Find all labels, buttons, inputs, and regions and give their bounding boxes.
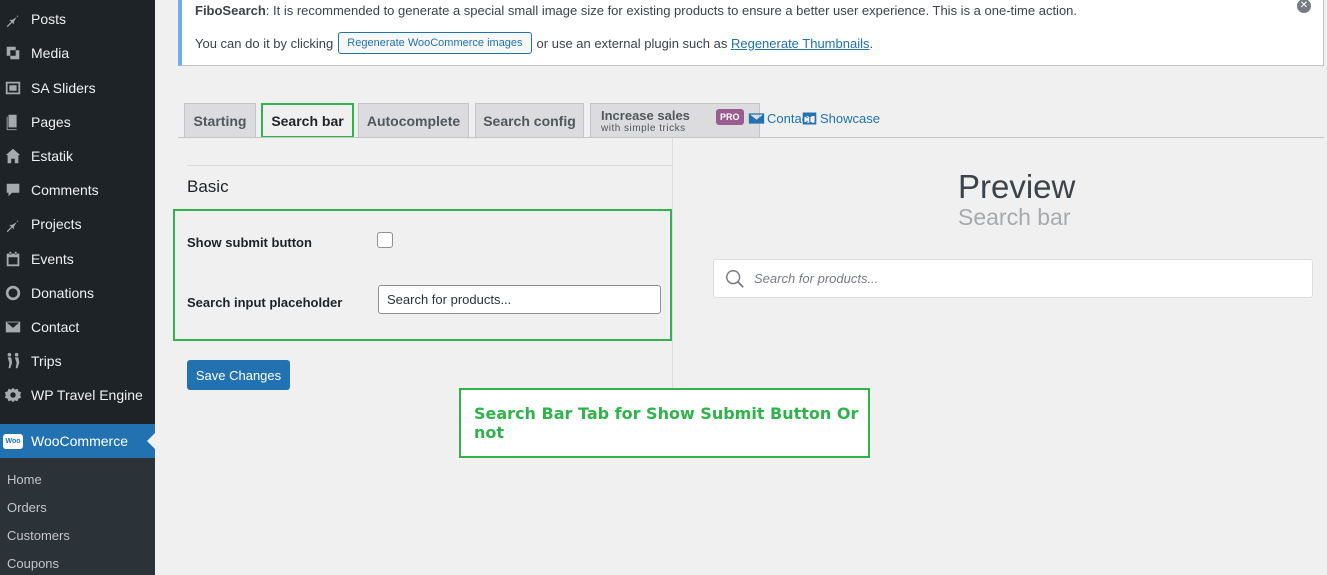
regenerate-images-button[interactable]: Regenerate WooCommerce images bbox=[338, 32, 532, 54]
notice-text: : It is recommended to generate a specia… bbox=[265, 3, 1078, 18]
sidebar-item-label: Trips bbox=[31, 353, 62, 369]
sidebar-item-woocommerce[interactable]: Woo WooCommerce bbox=[0, 424, 155, 458]
highlight-box bbox=[173, 209, 672, 341]
regenerate-thumbnails-link[interactable]: Regenerate Thumbnails bbox=[731, 36, 870, 51]
woo-icon: Woo bbox=[3, 431, 23, 451]
pro-badge: PRO bbox=[716, 109, 744, 125]
notice-actions: You can do it by clicking Regenerate Woo… bbox=[195, 32, 873, 54]
preview-search-placeholder: Search for products... bbox=[754, 271, 879, 286]
gear-icon bbox=[3, 385, 23, 405]
sidebar-item-wp-travel-engine[interactable]: WP Travel Engine bbox=[0, 378, 155, 412]
notice-prefix: You can do it by clicking bbox=[195, 35, 334, 51]
donation-icon bbox=[3, 283, 23, 303]
show-submit-label: Show submit button bbox=[187, 235, 312, 250]
woocommerce-submenu: Home Orders Customers Coupons bbox=[0, 458, 155, 575]
search-icon bbox=[726, 269, 744, 288]
slides-icon bbox=[3, 78, 23, 98]
sidebar-item-label: Estatik bbox=[31, 148, 74, 164]
mail-icon bbox=[3, 317, 23, 337]
settings-divider bbox=[187, 165, 672, 166]
admin-notice: FiboSearch: It is recommended to generat… bbox=[178, 0, 1324, 66]
mail-icon bbox=[748, 113, 765, 124]
notice-mid: or use an external plugin such as bbox=[536, 35, 728, 51]
submenu-item-coupons[interactable]: Coupons bbox=[7, 556, 59, 571]
submenu-item-customers[interactable]: Customers bbox=[7, 528, 70, 543]
column-divider bbox=[672, 138, 673, 388]
showcase-link-label: Showcase bbox=[820, 111, 880, 126]
tab-increase-sales[interactable]: Increase sales with simple tricks PRO bbox=[590, 103, 760, 138]
notice-brand: FiboSearch bbox=[195, 3, 266, 18]
placeholder-label: Search input placeholder bbox=[187, 295, 343, 310]
home-icon bbox=[3, 146, 23, 166]
pages-icon bbox=[3, 112, 23, 132]
show-submit-checkbox[interactable] bbox=[377, 232, 393, 248]
submenu-item-home[interactable]: Home bbox=[7, 472, 42, 487]
sidebar-item-events[interactable]: Events bbox=[0, 242, 155, 276]
notice-suffix: . bbox=[869, 35, 874, 51]
sidebar-item-posts[interactable]: Posts bbox=[0, 2, 155, 36]
sidebar-item-label: WooCommerce bbox=[31, 433, 128, 449]
sidebar-item-contact[interactable]: Contact bbox=[0, 310, 155, 344]
sidebar-item-label: Projects bbox=[31, 216, 82, 232]
submenu-item-orders[interactable]: Orders bbox=[7, 500, 47, 515]
sidebar-item-trips[interactable]: Trips bbox=[0, 344, 155, 378]
showcase-icon bbox=[802, 112, 817, 125]
sidebar-item-label: Media bbox=[31, 45, 70, 61]
sidebar-item-label: Comments bbox=[31, 182, 99, 198]
pin-icon bbox=[3, 9, 23, 29]
calendar-icon bbox=[3, 249, 23, 269]
sidebar-item-label: SA Sliders bbox=[31, 80, 96, 96]
annotation-callout: Search Bar Tab for Show Submit Button Or… bbox=[459, 388, 870, 458]
sidebar-item-label: Posts bbox=[31, 11, 67, 27]
pin-icon bbox=[3, 214, 23, 234]
sidebar-item-sa-sliders[interactable]: SA Sliders bbox=[0, 71, 155, 105]
sidebar-item-projects[interactable]: Projects bbox=[0, 207, 155, 241]
woo-logo-text: Woo bbox=[3, 433, 23, 449]
annotation-text: Search Bar Tab for Show Submit Button Or… bbox=[474, 404, 859, 442]
dismiss-icon[interactable]: ✕ bbox=[1297, 0, 1311, 13]
admin-sidebar: Posts Media SA Sliders Pages Estatik Com… bbox=[0, 0, 155, 575]
tab-starting[interactable]: Starting bbox=[184, 103, 256, 138]
sidebar-item-label: Donations bbox=[31, 285, 95, 301]
preview-title: Preview bbox=[958, 168, 1076, 205]
notice-message: FiboSearch: It is recommended to generat… bbox=[195, 3, 1077, 18]
tab-search-config[interactable]: Search config bbox=[475, 103, 584, 138]
sidebar-item-label: Events bbox=[31, 251, 74, 267]
media-icon bbox=[3, 43, 23, 63]
sidebar-item-estatik[interactable]: Estatik bbox=[0, 139, 155, 173]
sidebar-item-pages[interactable]: Pages bbox=[0, 105, 155, 139]
save-changes-button[interactable]: Save Changes bbox=[187, 360, 290, 390]
tab-increase-sales-subtitle: with simple tricks bbox=[601, 122, 686, 134]
sidebar-item-media[interactable]: Media bbox=[0, 36, 155, 70]
placeholder-input[interactable] bbox=[378, 285, 661, 314]
sidebar-item-label: WP Travel Engine bbox=[31, 387, 143, 403]
tabs-divider bbox=[178, 137, 1324, 138]
sidebar-item-label: Pages bbox=[31, 114, 71, 130]
showcase-link[interactable]: Showcase bbox=[801, 110, 880, 127]
tab-increase-sales-title: Increase sales bbox=[601, 107, 690, 123]
comment-icon bbox=[3, 180, 23, 200]
sidebar-item-label: Contact bbox=[31, 319, 80, 335]
active-arrow bbox=[147, 433, 155, 449]
hikers-icon bbox=[3, 351, 23, 371]
preview-search-bar[interactable]: Search for products... bbox=[713, 259, 1313, 298]
preview-subtitle: Search bar bbox=[958, 204, 1071, 230]
sidebar-item-donations[interactable]: Donations bbox=[0, 276, 155, 310]
section-title: Basic bbox=[187, 177, 229, 196]
sidebar-item-comments[interactable]: Comments bbox=[0, 173, 155, 207]
tab-search-bar[interactable]: Search bar bbox=[261, 103, 354, 138]
tab-autocomplete[interactable]: Autocomplete bbox=[358, 103, 469, 138]
